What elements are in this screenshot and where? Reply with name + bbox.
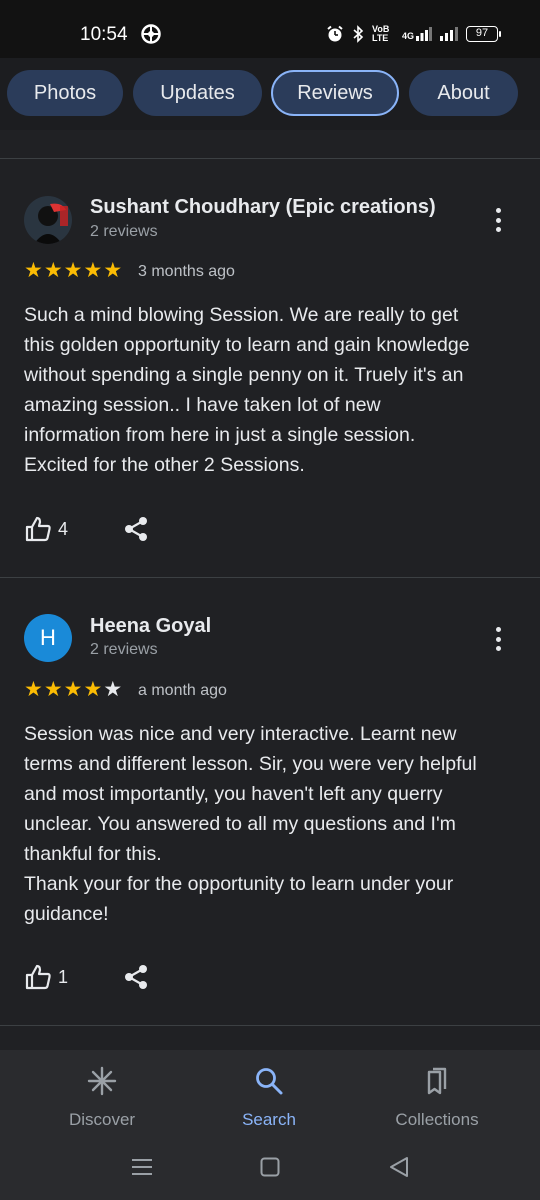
star-icon: ★: [83, 678, 103, 701]
like-button[interactable]: 4: [24, 515, 68, 543]
nav-discover[interactable]: Discover: [27, 1064, 177, 1130]
system-navigation-bar: [0, 1140, 540, 1200]
star-icon: ★: [83, 259, 103, 282]
tab-reviews[interactable]: Reviews: [271, 70, 399, 116]
avatar[interactable]: H: [24, 614, 72, 662]
nav-label: Search: [242, 1110, 296, 1129]
nav-collections[interactable]: Collections: [362, 1064, 512, 1130]
review-date: 3 months ago: [138, 263, 235, 280]
signal-4g-icon: 4G: [402, 27, 432, 41]
dot: [495, 227, 501, 232]
dot: [495, 208, 501, 213]
dot: [495, 646, 501, 651]
status-bar: 10:54 VoB LTE 4G 97: [0, 0, 540, 58]
review-count: 2 reviews: [90, 641, 158, 658]
review-date: a month ago: [138, 682, 227, 699]
star-icon: ★: [43, 259, 63, 282]
thumbs-up-icon: [25, 516, 51, 542]
star-icon: ★: [24, 678, 43, 701]
divider: [0, 577, 540, 578]
signal-icon: [440, 27, 458, 41]
more-options-button[interactable]: [486, 624, 510, 654]
home-icon[interactable]: [260, 1157, 280, 1182]
like-button[interactable]: 1: [24, 963, 68, 991]
tab-photos[interactable]: Photos: [7, 70, 123, 116]
star-icon: ★: [103, 259, 123, 282]
more-options-button[interactable]: [486, 205, 510, 235]
search-icon: [194, 1064, 344, 1098]
thumbs-up-icon: [25, 964, 51, 990]
reviewer-name[interactable]: Sushant Choudhary (Epic creations): [90, 196, 436, 219]
recent-apps-icon[interactable]: [131, 1157, 153, 1182]
like-count: 4: [58, 518, 69, 539]
nav-label: Discover: [68, 1110, 136, 1129]
divider: [0, 1025, 540, 1026]
bottom-navigation: Discover Search Collections: [0, 1050, 540, 1140]
signal-label: 4G: [401, 31, 414, 41]
star-icon: ★: [63, 678, 83, 701]
tab-bar: Photos Updates Reviews About: [0, 58, 540, 130]
like-count: 1: [58, 966, 69, 987]
star-icon: ★: [103, 678, 123, 701]
share-icon[interactable]: [122, 515, 150, 548]
avatar[interactable]: [24, 196, 72, 244]
review-count: 2 reviews: [90, 223, 158, 240]
share-icon[interactable]: [122, 963, 150, 996]
review-text: Such a mind blowing Session. We are real…: [24, 304, 470, 476]
status-time: 10:54: [80, 24, 128, 45]
asterisk-icon: [27, 1064, 177, 1098]
dot: [495, 636, 501, 642]
star-rating: ★ ★ ★ ★ ★: [24, 679, 122, 701]
nav-search[interactable]: Search: [194, 1064, 344, 1130]
review-text: Session was nice and very interactive. L…: [24, 723, 477, 925]
dot: [495, 627, 501, 632]
review-card: H Heena Goyal 2 reviews ★ ★ ★ ★ ★ a mont…: [0, 579, 540, 1025]
back-icon[interactable]: [389, 1156, 409, 1183]
star-icon: ★: [24, 259, 43, 282]
divider: [0, 158, 540, 159]
star-rating: ★ ★ ★ ★ ★: [24, 260, 122, 282]
star-icon: ★: [43, 678, 63, 701]
bluetooth-icon: [352, 25, 364, 43]
collections-icon: [362, 1064, 512, 1098]
review-card: Sushant Choudhary (Epic creations) 2 rev…: [0, 160, 540, 577]
battery-icon: 97: [466, 26, 501, 42]
nav-label: Collections: [395, 1110, 479, 1129]
tab-about[interactable]: About: [409, 70, 518, 116]
alarm-icon: [326, 25, 344, 43]
app-notification-icon: [141, 24, 161, 49]
tab-updates[interactable]: Updates: [133, 70, 262, 116]
dot: [495, 217, 501, 223]
star-icon: ★: [63, 259, 83, 282]
network-label: VoB LTE: [371, 24, 390, 43]
reviewer-name[interactable]: Heena Goyal: [90, 615, 211, 638]
